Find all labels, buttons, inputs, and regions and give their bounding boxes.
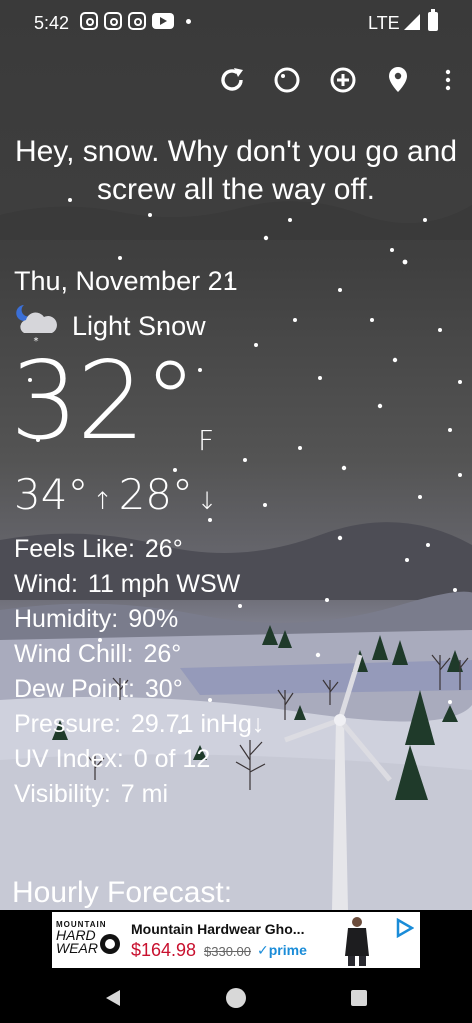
detail-value: 26° (143, 640, 182, 668)
ad-price: $164.98 (131, 940, 197, 960)
detail-value: 29.71 inHg↓ (130, 710, 265, 738)
ad-choices-icon[interactable] (394, 918, 414, 938)
network-type: LTE (368, 13, 400, 33)
theme-icon[interactable] (269, 62, 305, 98)
arrow-up-icon: ↑ (92, 487, 113, 515)
ad-prime-badge: ✓prime (257, 942, 307, 958)
ad-brand-logo: MOUNTAIN HARD WEAR (56, 920, 126, 962)
detail-value: 26° (144, 535, 183, 563)
detail-pressure: Pressure: 29.71 inHg↓ (14, 707, 264, 742)
jacket-image (345, 917, 369, 966)
low-temperature: 28° (118, 470, 194, 519)
weather-screen: 5:42 LTE Hey, snow. Why don't you go and… (0, 0, 472, 1023)
detail-feels-like: Feels Like: 26° (14, 532, 264, 567)
detail-visibility: Visibility: 7 mi (14, 777, 264, 812)
home-icon[interactable] (221, 983, 251, 1013)
back-icon[interactable] (98, 983, 128, 1013)
recents-icon[interactable] (344, 983, 374, 1013)
status-bar: 5:42 LTE (0, 0, 472, 46)
refresh-icon[interactable] (214, 62, 250, 98)
instagram-icon (80, 12, 98, 30)
headline: Hey, snow. Why don't you go and screw al… (14, 135, 458, 206)
youtube-icon (152, 13, 174, 29)
high-temperature: 34° (14, 470, 89, 519)
high-low: 34° ↑ 28° ↓ (14, 470, 223, 519)
detail-label: Pressure: (14, 710, 121, 738)
detail-value: 90% (128, 605, 179, 633)
add-location-icon[interactable] (325, 62, 361, 98)
detail-value: 0 of 12 (133, 745, 211, 773)
more-icon[interactable] (430, 62, 466, 98)
detail-wind-chill: Wind Chill: 26° (14, 637, 264, 672)
navigation-bar (0, 973, 472, 1023)
detail-humidity: Humidity: 90% (14, 602, 264, 637)
instagram-icon (104, 12, 122, 30)
detail-uv-index: UV Index: 0 of 12 (14, 742, 264, 777)
signal-icon (404, 14, 420, 30)
toolbar (0, 62, 472, 98)
hourly-forecast-title: Hourly Forecast: (12, 876, 233, 909)
battery-icon (428, 9, 438, 31)
detail-dew-point: Dew Point: 30° (14, 672, 264, 707)
location-icon[interactable] (380, 62, 416, 98)
detail-label: Feels Like: (14, 535, 135, 563)
detail-value: 30° (144, 675, 183, 703)
instagram-icon (128, 12, 146, 30)
ad-banner[interactable]: MOUNTAIN HARD WEAR Mountain Hardwear Gho… (52, 912, 420, 968)
detail-value: 11 mph WSW (87, 570, 241, 598)
detail-label: Wind: (14, 570, 78, 598)
detail-label: UV Index: (14, 745, 124, 773)
ad-bar: MOUNTAIN HARD WEAR Mountain Hardwear Gho… (0, 910, 472, 973)
ad-old-price: $330.00 (204, 944, 251, 959)
detail-label: Humidity: (14, 605, 119, 633)
current-temperature: 32° (10, 339, 197, 464)
ad-title[interactable]: Mountain Hardwear Gho... (131, 921, 304, 937)
status-time: 5:42 (34, 13, 70, 33)
arrow-down-icon: ↓ (197, 487, 218, 515)
detail-label: Wind Chill: (14, 640, 134, 668)
detail-label: Dew Point: (14, 675, 135, 703)
notification-icons (80, 12, 191, 30)
detail-wind: Wind: 11 mph WSW (14, 567, 264, 602)
condition-label: Light Snow (72, 311, 206, 341)
dot-icon (186, 18, 191, 24)
weather-details: Feels Like: 26° Wind: 11 mph WSW Humidity:… (14, 532, 264, 812)
brand-mark-icon (100, 934, 120, 954)
date: Thu, November 21 (14, 266, 238, 296)
detail-value: 7 mi (120, 780, 169, 808)
temperature-unit: F (198, 424, 215, 457)
detail-label: Visibility: (14, 780, 111, 808)
